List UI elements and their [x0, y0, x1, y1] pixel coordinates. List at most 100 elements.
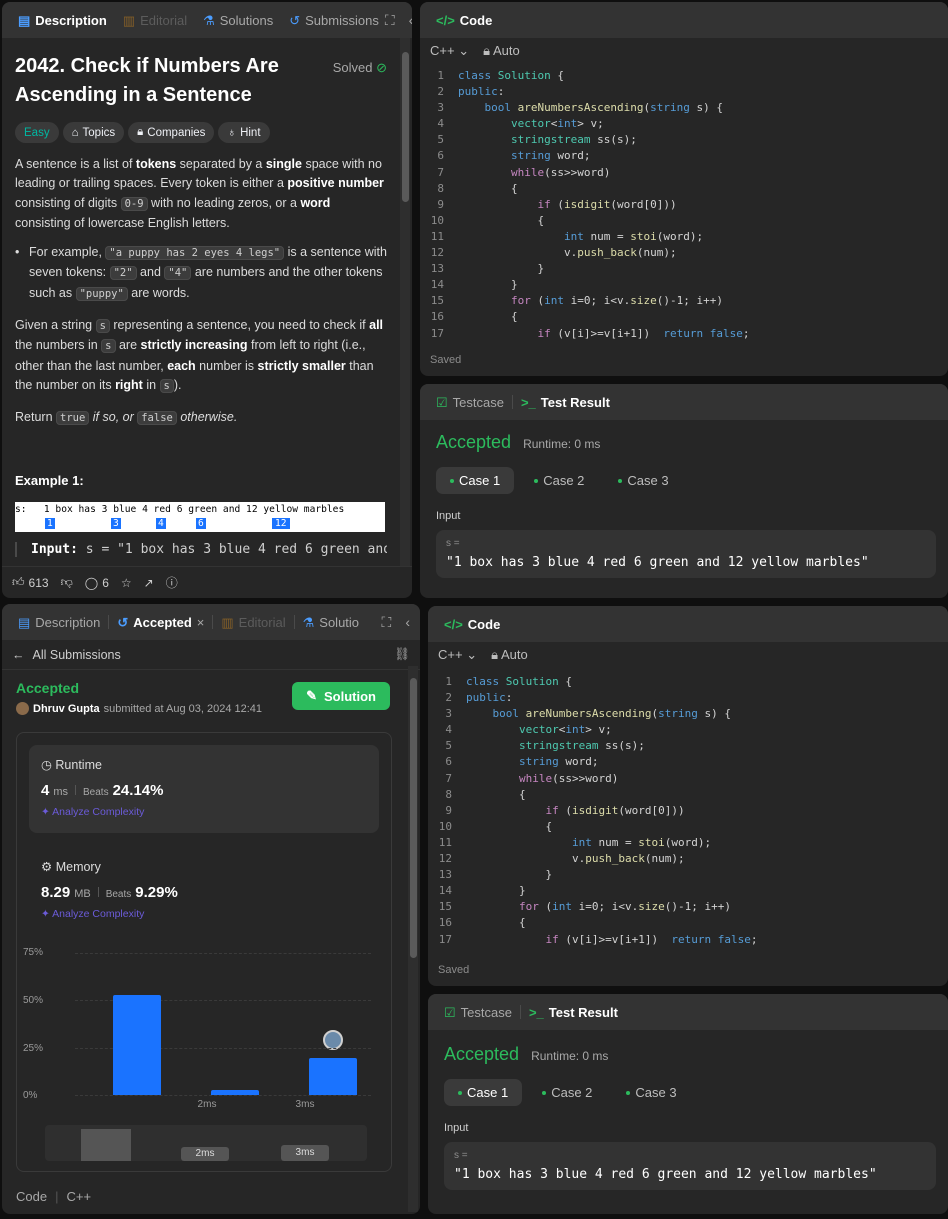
collapse-icon[interactable]: ‹ — [409, 12, 412, 29]
code-line[interactable]: 9 if (isdigit(word[0])) — [428, 803, 948, 819]
code-panel-top: </> Code C++ ⌄ 🔒︎ Auto 1 class Solution {2… — [420, 2, 948, 376]
code-line[interactable]: 4 vector<int> v; — [428, 722, 948, 738]
tab-testcase[interactable]: ☑ Testcase — [430, 395, 510, 410]
code-line[interactable]: 16 { — [428, 915, 948, 931]
tab-accepted[interactable]: ↺ Accepted × — [111, 615, 210, 630]
description-scrollbar[interactable] — [400, 38, 410, 566]
code-line[interactable]: 5 stringstream ss(s); — [428, 738, 948, 754]
case-tab[interactable]: Case 2 — [528, 1079, 606, 1106]
code-line[interactable]: 13 } — [420, 261, 948, 277]
code-line[interactable]: 12 v.push_back(num); — [428, 851, 948, 867]
code-line[interactable]: 4 vector<int> v; — [420, 116, 948, 132]
code-line[interactable]: 15 for (int i=0; i<v.size()-1; i++) — [420, 293, 948, 309]
analyze-complexity-link[interactable]: ✦ Analyze Complexity — [41, 908, 367, 920]
code-line[interactable]: 13 } — [428, 867, 948, 883]
code-line[interactable]: 14 } — [428, 883, 948, 899]
tab-editorial[interactable]: ▥ Editorial — [215, 615, 291, 630]
code-line[interactable]: 6 string word; — [420, 148, 948, 164]
code-line[interactable]: 10 { — [428, 819, 948, 835]
tab-description[interactable]: ▤ Description — [12, 13, 113, 28]
code-line[interactable]: 8 { — [428, 787, 948, 803]
share-icon: ↗ — [143, 575, 154, 590]
code-line[interactable]: 10 { — [420, 213, 948, 229]
share-button[interactable]: ↗ — [144, 576, 154, 590]
auto-mode[interactable]: 🔒︎ Auto — [491, 647, 528, 663]
topics-chip[interactable]: ⌂ Topics — [62, 122, 125, 143]
chart-bar[interactable] — [211, 1090, 259, 1095]
auto-mode[interactable]: 🔒︎ Auto — [483, 43, 520, 59]
scrollbar-thumb[interactable] — [402, 52, 409, 202]
runtime-card[interactable]: ◷ Runtime 4 ms Beats 24.14% ✦ Analyze Co… — [29, 745, 379, 833]
tab-code[interactable]: </> Code — [430, 13, 498, 28]
code-line[interactable]: 2 public: — [428, 690, 948, 706]
tab-description[interactable]: ▤ Description — [12, 615, 106, 630]
link-icon[interactable]: ⛓ — [394, 647, 410, 662]
line-number: 13 — [438, 868, 452, 882]
analyze-complexity-link[interactable]: ✦ Analyze Complexity — [41, 806, 367, 818]
code-line[interactable]: 3 bool areNumbersAscending(string s) { — [420, 100, 948, 116]
code-line[interactable]: 3 bool areNumbersAscending(string s) { — [428, 706, 948, 722]
code-line[interactable]: 17 if (v[i]>=v[i+1]) return false; — [428, 932, 948, 948]
comments-button[interactable]: ◯ 6 — [85, 576, 109, 590]
code-line[interactable]: 5 stringstream ss(s); — [420, 132, 948, 148]
tab-solutions[interactable]: ⚗ Solutions — [197, 13, 279, 28]
dislike-button[interactable]: 👎︎ — [61, 575, 73, 590]
all-submissions-link[interactable]: ← All Submissions — [12, 648, 121, 662]
code-line[interactable]: 8 { — [420, 181, 948, 197]
companies-chip[interactable]: 🔒︎ Companies — [128, 122, 215, 143]
case-tab[interactable]: Case 1 — [444, 1079, 523, 1106]
code-line[interactable]: 1 class Solution { — [428, 674, 948, 690]
code-text: public: — [466, 691, 513, 705]
maximize-icon[interactable]: ⛶ — [385, 12, 395, 29]
favorite-button[interactable]: ☆ — [121, 576, 132, 590]
code-line[interactable]: 7 while(ss>>word) — [428, 771, 948, 787]
tab-test-result[interactable]: >_ Test Result — [523, 1005, 624, 1020]
code-line[interactable]: 7 while(ss>>word) — [420, 165, 948, 181]
submission-scrollbar[interactable] — [408, 666, 418, 1212]
code-line[interactable]: 9 if (isdigit(word[0])) — [420, 197, 948, 213]
line-number: 17 — [438, 932, 452, 946]
code-line[interactable]: 12 v.push_back(num); — [420, 245, 948, 261]
case-tab[interactable]: Case 2 — [520, 467, 598, 494]
tab-submissions[interactable]: ↺ Submissions — [283, 13, 385, 28]
input-box[interactable]: s = "1 box has 3 blue 4 red 6 green and … — [444, 1142, 936, 1190]
tag-icon: ⌂ — [71, 126, 79, 139]
document-icon: ▤ — [18, 614, 31, 630]
maximize-icon[interactable]: ⛶ — [382, 614, 392, 631]
code-line[interactable]: 15 for (int i=0; i<v.size()-1; i++) — [428, 899, 948, 915]
code-line[interactable]: 6 string word; — [428, 754, 948, 770]
like-button[interactable]: 👍︎ 613 — [12, 575, 49, 590]
case-tab[interactable]: Case 1 — [436, 467, 515, 494]
code-line[interactable]: 1 class Solution { — [420, 68, 948, 84]
tab-test-result[interactable]: >_ Test Result — [515, 395, 616, 410]
range-selector[interactable]: 2ms 3ms — [45, 1125, 367, 1161]
tab-testcase[interactable]: ☑ Testcase — [438, 1005, 518, 1020]
case-tab[interactable]: Case 3 — [612, 1079, 690, 1106]
chart-bar[interactable] — [113, 994, 161, 1095]
code-editor[interactable]: 1 class Solution {2 public: 3 bool areNumbe… — [420, 68, 948, 342]
chart-bar[interactable] — [309, 1058, 357, 1095]
scrollbar-thumb[interactable] — [410, 678, 417, 958]
language-select[interactable]: C++ ⌄ — [438, 647, 477, 663]
tab-solutions[interactable]: ⚗ Solutio — [297, 615, 365, 630]
tab-code[interactable]: </> Code — [438, 617, 506, 632]
gridline — [75, 1095, 371, 1096]
language-select[interactable]: C++ ⌄ — [430, 43, 469, 59]
code-line[interactable]: 11 int num = stoi(word); — [420, 229, 948, 245]
solution-button[interactable]: ✎ Solution — [292, 682, 390, 710]
code-text: { — [458, 181, 518, 195]
code-line[interactable]: 16 { — [420, 309, 948, 325]
close-icon[interactable]: × — [197, 615, 205, 630]
code-line[interactable]: 11 int num = stoi(word); — [428, 835, 948, 851]
help-button[interactable]: ⓘ — [166, 574, 178, 591]
code-line[interactable]: 14 } — [420, 277, 948, 293]
collapse-icon[interactable]: ‹ — [405, 614, 410, 631]
code-editor[interactable]: 1 class Solution {2 public: 3 bool areNumbe… — [428, 674, 948, 948]
code-line[interactable]: 17 if (v[i]>=v[i+1]) return false; — [420, 326, 948, 342]
tab-editorial[interactable]: ▥ Editorial — [117, 13, 193, 28]
input-box[interactable]: s = "1 box has 3 blue 4 red 6 green and … — [436, 530, 936, 578]
case-tab[interactable]: Case 3 — [604, 467, 682, 494]
memory-card[interactable]: ⚙ Memory 8.29 MB Beats 9.29% ✦ Analyze C… — [29, 847, 379, 935]
hint-chip[interactable]: ♁ Hint — [218, 122, 270, 143]
code-line[interactable]: 2 public: — [420, 84, 948, 100]
